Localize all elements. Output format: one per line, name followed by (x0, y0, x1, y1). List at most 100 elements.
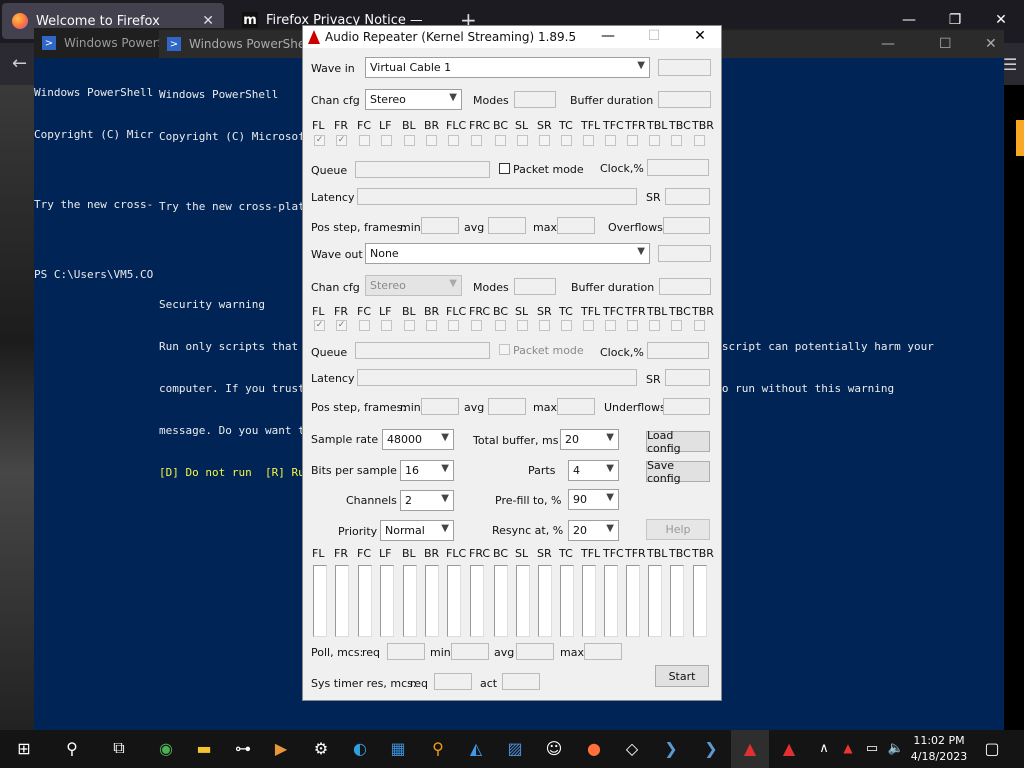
chrome-icon[interactable]: ◉ (154, 736, 178, 760)
chevron-down-icon: ▼ (441, 493, 449, 504)
channel-label-sl: SL (515, 547, 529, 560)
channel-checkbox-tfl (583, 320, 594, 331)
channel-checkbox-sr (539, 320, 550, 331)
photos-icon[interactable]: ▨ (503, 736, 527, 760)
queue-label: Queue (311, 164, 348, 177)
windows-start-icon[interactable]: ⊞ (12, 736, 36, 760)
media-player-icon[interactable]: ▶ (269, 736, 293, 760)
poll-req-field (387, 643, 425, 660)
audio-repeater-window: Audio Repeater (Kernel Streaming) 1.89.5… (302, 25, 722, 701)
pos-step-min-field (421, 217, 459, 234)
modes-field (514, 91, 556, 108)
level-meter-fr (335, 565, 349, 637)
chan-cfg-label: Chan cfg (311, 281, 360, 294)
save-config-button[interactable]: Save config (646, 459, 710, 485)
window-title: Audio Repeater (Kernel Streaming) 1.89.5 (325, 30, 577, 44)
wave-in-value: Virtual Cable 1 (370, 61, 452, 74)
console-output[interactable]: Windows PowerShell Copyright (C) Micr Tr… (34, 58, 153, 310)
3d-viewer-icon[interactable]: ◇ (620, 736, 644, 760)
total-buffer-select[interactable]: 20 ▼ (560, 429, 619, 450)
packet-mode-label: Packet mode (513, 163, 584, 176)
channel-label-tfc: TFC (603, 305, 624, 318)
req-label: req (410, 677, 429, 690)
level-meter-tbr (693, 565, 707, 637)
search-tool-icon[interactable]: ⚲ (426, 736, 450, 760)
sr-field (665, 369, 710, 386)
load-config-button[interactable]: Load config (646, 429, 710, 455)
total-buffer-label: Total buffer, ms (473, 434, 559, 447)
powershell-icon[interactable]: ❯ (699, 736, 723, 760)
close-button[interactable]: ✕ (978, 12, 1024, 28)
channel-checkbox-tfr (627, 320, 638, 331)
maximize-button[interactable]: ☐ (939, 36, 952, 52)
channel-checkbox-fr: ✓ (336, 135, 347, 146)
close-tab-icon[interactable]: ✕ (202, 13, 214, 29)
audio-repeater-icon[interactable]: ▲ (738, 736, 762, 760)
powershell-icon[interactable]: ❯ (659, 736, 683, 760)
audio-repeater-icon[interactable]: ▲ (777, 736, 801, 760)
parts-select[interactable]: 4 ▼ (568, 460, 619, 481)
channel-checkbox-lf (381, 135, 392, 146)
packet-mode-checkbox[interactable] (499, 163, 510, 174)
notification-icon[interactable]: ▢ (980, 736, 1004, 760)
search-icon[interactable]: ⚲ (60, 736, 84, 760)
minimize-button[interactable]: — (593, 28, 623, 44)
poll-max-field (584, 643, 622, 660)
chan-cfg-out-select: Stereo ▼ (365, 275, 462, 296)
channel-label-br: BR (424, 119, 440, 132)
back-arrow-icon[interactable]: ← (12, 53, 27, 74)
bits-per-sample-select[interactable]: 16 ▼ (400, 460, 454, 481)
minimize-button[interactable]: — (886, 12, 932, 28)
close-button[interactable]: ✕ (685, 28, 715, 44)
prefill-value: 90 (573, 493, 587, 506)
chevron-up-icon[interactable]: ∧ (812, 736, 836, 760)
hamburger-menu-icon[interactable]: ☰ (1003, 55, 1017, 74)
minimize-button[interactable]: — (881, 36, 895, 52)
start-button[interactable]: Start (655, 665, 709, 687)
bits-value: 16 (405, 464, 419, 477)
channel-label-sl: SL (515, 119, 529, 132)
page-accent (1016, 120, 1024, 156)
queue-label: Queue (311, 346, 348, 359)
priority-label: Priority (338, 525, 378, 538)
latency-label: Latency (311, 191, 355, 204)
level-meter-lf (380, 565, 394, 637)
chevron-down-icon: ▼ (606, 523, 614, 534)
network-icon[interactable]: ▭ (860, 736, 884, 760)
channels-select[interactable]: 2 ▼ (400, 490, 454, 511)
avg-label: avg (494, 646, 515, 659)
sr-label: SR (646, 373, 661, 386)
maximize-button[interactable]: ❐ (932, 12, 978, 28)
taskbar-clock[interactable]: 11:02 PM 4/18/2023 (904, 733, 974, 765)
parts-value: 4 (573, 464, 580, 477)
channel-label-bc: BC (493, 305, 509, 318)
clock-label: Clock,% (600, 346, 644, 359)
store-icon[interactable]: ▦ (386, 736, 410, 760)
priority-select[interactable]: Normal ▼ (380, 520, 454, 541)
channel-label-tbl: TBL (647, 119, 668, 132)
sr-field (665, 188, 710, 205)
wave-in-select[interactable]: Virtual Cable 1 ▼ (365, 57, 650, 78)
people-icon[interactable]: ☺ (542, 736, 566, 760)
resync-select[interactable]: 20 ▼ (568, 520, 619, 541)
prefill-select[interactable]: 90 ▼ (568, 489, 619, 510)
edge-icon[interactable]: ◐ (348, 736, 372, 760)
firefox-icon[interactable]: ● (582, 736, 606, 760)
wave-out-select[interactable]: None ▼ (365, 243, 650, 264)
channel-checkbox-br (426, 320, 437, 331)
file-explorer-icon[interactable]: ▬ (192, 736, 216, 760)
channel-label-br: BR (424, 305, 440, 318)
settings-icon[interactable]: ⚙ (309, 736, 333, 760)
channel-label-br: BR (424, 547, 440, 560)
channel-checkbox-fl: ✓ (314, 320, 325, 331)
sample-rate-select[interactable]: 48000 ▼ (382, 429, 454, 450)
sys-timer-req-field (434, 673, 472, 690)
poll-label: Poll, mcs: (311, 646, 364, 659)
wave-out-info-field (658, 245, 711, 262)
network-tool-icon[interactable]: ⊶ (231, 736, 255, 760)
visual-studio-icon[interactable]: ◭ (464, 736, 488, 760)
tray-app-icon[interactable]: ▲ (836, 736, 860, 760)
chan-cfg-in-select[interactable]: Stereo ▼ (365, 89, 462, 110)
close-button[interactable]: ✕ (985, 36, 997, 52)
task-view-icon[interactable]: ⧉ (107, 736, 131, 760)
